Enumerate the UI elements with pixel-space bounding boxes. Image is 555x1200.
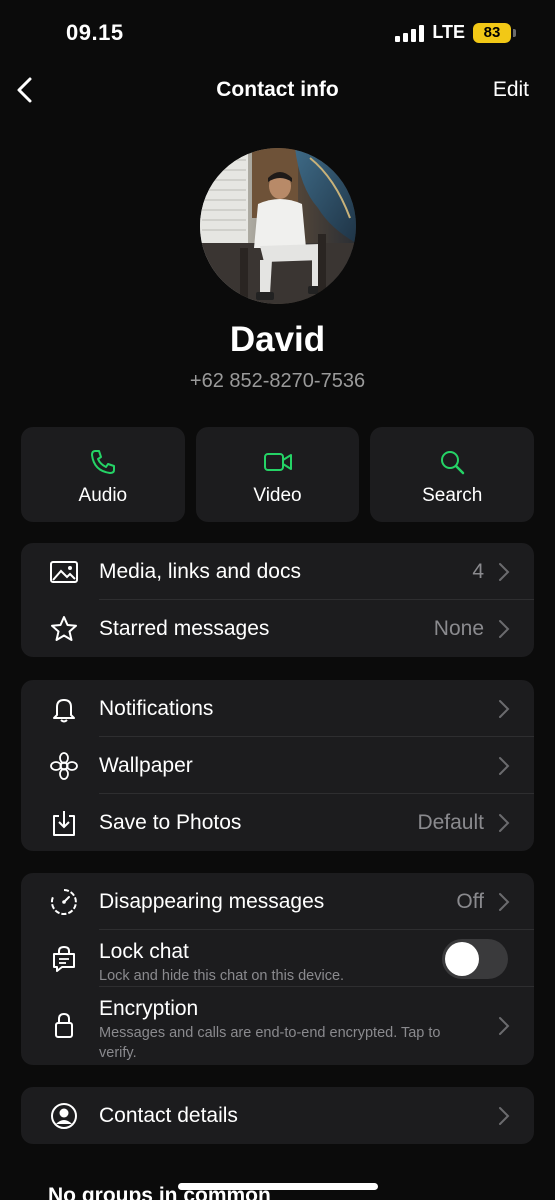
- edit-button[interactable]: Edit: [493, 78, 529, 102]
- wallpaper-label: Wallpaper: [99, 753, 193, 777]
- flower-icon: [50, 751, 78, 780]
- privacy-section: Disappearing messages Off Lock chat Lock…: [21, 873, 534, 1065]
- audio-label: Audio: [78, 485, 128, 506]
- battery-level: 83: [483, 24, 501, 41]
- status-bar: 09.15 LTE 83: [0, 0, 555, 66]
- battery-icon: 83: [473, 22, 516, 43]
- chevron-right-icon: [499, 1106, 510, 1125]
- lock-chat-label: Lock chat: [99, 940, 189, 963]
- person-circle-icon: [51, 1102, 77, 1129]
- video-call-button[interactable]: Video: [195, 427, 360, 522]
- chevron-right-icon: [499, 1017, 510, 1035]
- timer-icon: [50, 888, 77, 915]
- action-buttons: Audio Video Search: [21, 427, 535, 522]
- search-label: Search: [422, 485, 483, 506]
- lock-chat-description: Lock and hide this chat on this device.: [99, 968, 345, 984]
- chevron-right-icon: [499, 813, 510, 832]
- disappearing-messages-label: Disappearing messages: [99, 889, 325, 913]
- lock-icon: [55, 1012, 73, 1038]
- wallpaper-row[interactable]: Wallpaper: [21, 737, 534, 794]
- starred-messages-row[interactable]: Starred messages None: [21, 600, 534, 657]
- network-label: LTE: [432, 22, 465, 42]
- chevron-right-icon: [499, 562, 510, 581]
- chevron-right-icon: [499, 756, 510, 775]
- search-icon: [441, 451, 465, 475]
- download-icon: [53, 810, 75, 836]
- chevron-right-icon: [499, 892, 510, 911]
- notifications-label: Notifications: [99, 696, 214, 720]
- encryption-label: Encryption: [99, 997, 199, 1020]
- chevron-right-icon: [499, 619, 510, 638]
- star-icon: [51, 615, 77, 641]
- contact-details-row[interactable]: Contact details: [21, 1087, 534, 1144]
- encryption-row[interactable]: Encryption Messages and calls are end-to…: [21, 987, 534, 1065]
- settings-section: Notifications Wallpaper Save to Photos D…: [21, 680, 534, 851]
- contact-phone: +62 852-8270-7536: [189, 370, 366, 392]
- media-count: 4: [472, 559, 484, 583]
- chevron-right-icon: [499, 699, 510, 718]
- disappearing-value: Off: [456, 889, 484, 913]
- lock-chat-toggle[interactable]: [442, 938, 508, 979]
- contact-details-section: Contact details: [21, 1087, 534, 1144]
- media-section: Media, links and docs 4 Starred messages…: [21, 543, 534, 657]
- home-indicator[interactable]: [178, 1183, 378, 1190]
- lock-chat-icon: [53, 945, 75, 972]
- notifications-row[interactable]: Notifications: [21, 680, 534, 737]
- nav-bar: Contact info Edit: [0, 66, 555, 114]
- avatar[interactable]: [200, 148, 356, 304]
- media-links-docs-label: Media, links and docs: [99, 559, 301, 583]
- starred-value: None: [433, 616, 484, 640]
- image-icon: [50, 560, 78, 583]
- search-button[interactable]: Search: [370, 427, 535, 522]
- status-time: 09.15: [66, 20, 124, 45]
- phone-icon: [90, 450, 115, 474]
- status-indicators: LTE 83: [395, 22, 516, 43]
- encryption-description: Messages and calls are end-to-end encryp…: [99, 1025, 441, 1061]
- lock-chat-row: Lock chat Lock and hide this chat on thi…: [21, 930, 534, 987]
- starred-messages-label: Starred messages: [99, 616, 270, 640]
- toggle-knob: [445, 941, 479, 976]
- save-to-photos-label: Save to Photos: [99, 810, 242, 834]
- save-to-photos-value: Default: [417, 810, 484, 834]
- signal-icon: [395, 24, 425, 42]
- video-icon: [263, 453, 292, 471]
- media-links-docs-row[interactable]: Media, links and docs 4: [21, 543, 534, 600]
- page-title: Contact info: [216, 78, 339, 101]
- contact-name: David: [229, 320, 326, 359]
- audio-call-button[interactable]: Audio: [21, 427, 185, 522]
- contact-details-label: Contact details: [99, 1103, 238, 1127]
- video-label: Video: [253, 485, 302, 506]
- save-to-photos-row[interactable]: Save to Photos Default: [21, 794, 534, 851]
- disappearing-messages-row[interactable]: Disappearing messages Off: [21, 873, 534, 930]
- bell-icon: [53, 698, 75, 722]
